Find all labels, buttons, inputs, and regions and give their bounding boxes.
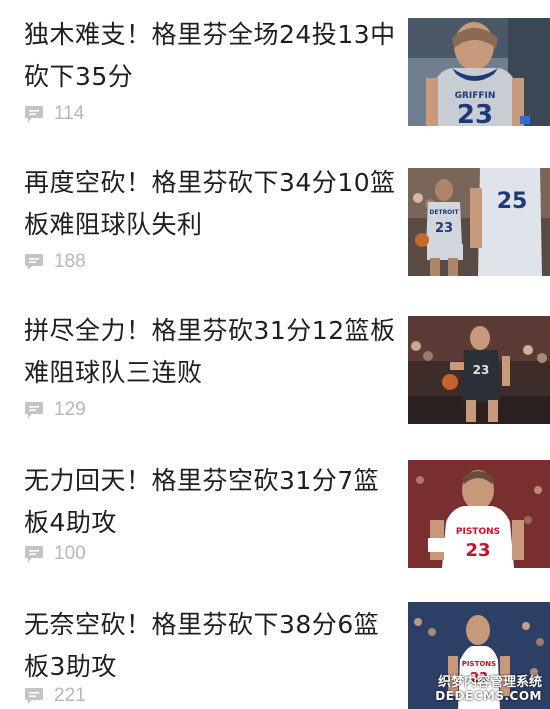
- watermark: 织梦内容管理系统 DEDECMS.COM: [435, 674, 542, 703]
- news-feed: 独木难支！格里芬全场24投13中砍下35分 114 GRIFFIN 23 再度空…: [0, 0, 550, 709]
- jersey-team: PISTONS: [456, 527, 500, 537]
- comment-count-value: 114: [54, 103, 85, 124]
- comment-count-value: 221: [54, 685, 86, 706]
- watermark-line1: 织梦内容管理系统: [437, 674, 542, 690]
- article-title[interactable]: 无力回天！格里芬空砍31分7篮板4助攻: [24, 460, 396, 544]
- comment-count-value: 100: [54, 543, 86, 564]
- jersey-number: 23: [435, 221, 453, 236]
- jersey-number: 23: [465, 540, 490, 561]
- comment-count: 129: [24, 398, 86, 422]
- article-thumbnail[interactable]: DETROIT 23 25: [408, 168, 550, 276]
- opponent-number: 25: [497, 189, 528, 214]
- comment-count: 221: [24, 684, 86, 708]
- comment-icon: [24, 253, 44, 271]
- comment-count: 188: [24, 250, 86, 274]
- comment-count: 100: [24, 542, 86, 566]
- article-title[interactable]: 拼尽全力！格里芬砍31分12篮板难阻球队三连败: [24, 310, 396, 394]
- comment-icon: [24, 401, 44, 419]
- article-title[interactable]: 再度空砍！格里芬砍下34分10篮板难阻球队失利: [24, 162, 396, 246]
- list-item[interactable]: 再度空砍！格里芬砍下34分10篮板难阻球队失利 188 DETROIT 23 2…: [0, 148, 550, 290]
- article-title[interactable]: 无奈空砍！格里芬砍下38分6篮板3助攻: [24, 604, 396, 688]
- list-item[interactable]: 无力回天！格里芬空砍31分7篮板4助攻 100 PISTONS 23: [0, 446, 550, 584]
- jersey-team: PISTONS: [462, 660, 496, 668]
- list-item[interactable]: 无奈空砍！格里芬砍下38分6篮板3助攻 221 PISTONS 23 织梦内容管…: [0, 590, 550, 709]
- article-thumbnail[interactable]: PISTONS 23: [408, 460, 550, 568]
- watermark-line2: DEDECMS.COM: [435, 688, 542, 703]
- comment-icon: [24, 687, 44, 705]
- jersey-number: 23: [473, 363, 490, 377]
- article-thumbnail[interactable]: 23: [408, 316, 550, 424]
- article-title[interactable]: 独木难支！格里芬全场24投13中砍下35分: [24, 14, 396, 98]
- article-thumbnail[interactable]: PISTONS 23 织梦内容管理系统 DEDECMS.COM: [408, 602, 550, 709]
- jersey-number: 23: [457, 100, 493, 126]
- jersey-team: DETROIT: [429, 209, 459, 216]
- comment-count: 114: [24, 102, 84, 126]
- list-item[interactable]: 独木难支！格里芬全场24投13中砍下35分 114 GRIFFIN 23: [0, 0, 550, 142]
- comment-icon: [24, 545, 44, 563]
- article-thumbnail[interactable]: GRIFFIN 23: [408, 18, 550, 126]
- comment-icon: [24, 105, 44, 123]
- list-item[interactable]: 拼尽全力！格里芬砍31分12篮板难阻球队三连败 129 23: [0, 296, 550, 438]
- comment-count-value: 188: [54, 251, 86, 272]
- comment-count-value: 129: [54, 399, 86, 420]
